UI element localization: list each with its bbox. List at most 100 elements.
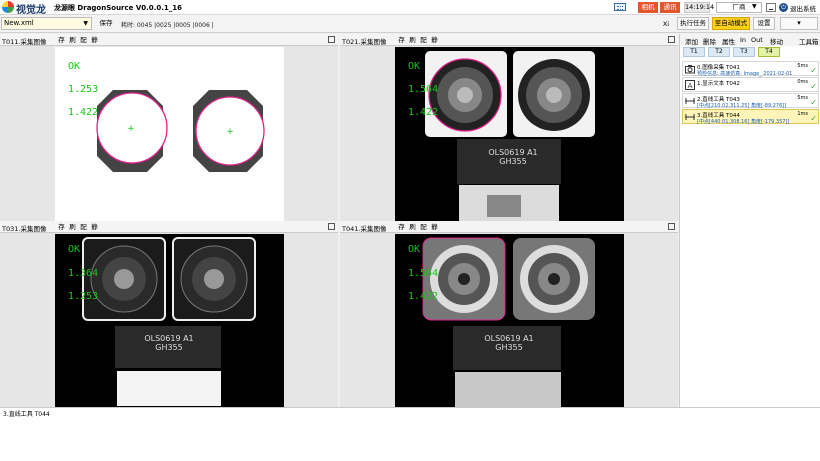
tool-time: 5ms <box>797 95 808 101</box>
tool-row[interactable]: 2.直线工具 T043 [中点[210.02,311.25] 角度[-89.27… <box>682 93 819 109</box>
tool-row[interactable]: 3.直线工具 T044 [中点[440.01,308.16] 角度[-179.3… <box>682 109 819 125</box>
image-pane-t031: T031.采集图像 存 刷 配 静 OLS0619 A1 GH355 OK 1.… <box>0 221 338 408</box>
static-button[interactable]: 静 <box>430 35 439 45</box>
tool-time: 5ms <box>797 63 808 69</box>
timing-readout: 耗时: 0045 |0025 |0005 |0006 | <box>121 22 214 29</box>
maximize-icon[interactable] <box>328 223 335 230</box>
properties-button[interactable]: 属性 <box>722 36 735 46</box>
image-pane-t041: T041.采集图像 存 刷 配 静 OLS0619 A1 GH355 OK 1.… <box>340 221 678 408</box>
status-ok: OK <box>68 61 81 72</box>
refresh-button[interactable]: 刷 <box>408 222 417 232</box>
product-code: OLS0619 A1 <box>144 334 194 343</box>
execute-task-button[interactable]: 执行任务 <box>677 17 709 30</box>
image-pane-t021: T021.采集图像 存 刷 配 静 OLS0619 A1 GH355 OK 1.… <box>340 34 678 221</box>
in-button[interactable]: In <box>740 36 746 44</box>
product-code: OLS0619 A1 <box>488 148 538 157</box>
pane-title: T021.采集图像 <box>342 38 387 46</box>
pane-title: T031.采集图像 <box>2 225 47 233</box>
tab-t4[interactable]: T4 <box>758 47 780 57</box>
communication-button[interactable]: 通讯 <box>660 2 680 13</box>
status-ok: OK <box>408 61 421 72</box>
svg-text:A: A <box>688 82 693 90</box>
measure-value-2: 1.422 <box>68 107 99 118</box>
camera-image: + + <box>96 90 265 172</box>
refresh-button[interactable]: 刷 <box>68 222 77 232</box>
save-button[interactable]: 保存 <box>96 17 116 30</box>
exit-label: 退出系统 <box>790 5 816 13</box>
chevron-down-icon: ▾ <box>797 19 801 27</box>
check-icon: ✓ <box>810 82 817 91</box>
product-sub: GH355 <box>155 343 183 352</box>
minimize-icon[interactable] <box>766 3 776 12</box>
pane-header: T031.采集图像 存 刷 配 静 <box>0 221 338 233</box>
camera-button[interactable]: 相机 <box>638 2 658 13</box>
maximize-icon[interactable] <box>668 223 675 230</box>
tool-row[interactable]: A 1.显示文本 T042 0ms ✓ <box>682 77 819 92</box>
store-button[interactable]: 存 <box>397 35 406 45</box>
product-marking: OLS0619 A1 GH355 <box>478 334 540 352</box>
static-button[interactable]: 静 <box>430 222 439 232</box>
tab-t3[interactable]: T3 <box>733 47 755 57</box>
exit-system-button[interactable]: ⏻ 退出系统 <box>779 2 819 13</box>
maximize-icon[interactable] <box>328 36 335 43</box>
refresh-button[interactable]: 刷 <box>408 35 417 45</box>
settings-button[interactable]: 设置 <box>753 17 775 30</box>
file-name: New.xml <box>4 19 34 27</box>
pane-header: T011.采集图像 存 刷 配 静 <box>0 34 338 46</box>
static-button[interactable]: 静 <box>90 35 99 45</box>
xi-button[interactable]: Xi <box>660 18 672 30</box>
file-select[interactable]: New.xml ▼ <box>1 17 92 30</box>
config-button[interactable]: 配 <box>419 222 428 232</box>
chevron-down-icon: ▼ <box>83 20 88 27</box>
keyboard-icon[interactable] <box>614 3 626 11</box>
measure-value-1: 1.564 <box>408 84 439 95</box>
tool-row[interactable]: 0.图像采集 T041 预检信息: 高速仿真: Image_ 2021-02-0… <box>682 61 819 77</box>
check-icon: ✓ <box>810 66 817 75</box>
tool-panel-menu: 添加 删除 属性 In Out 移动 工具箱 <box>680 34 820 46</box>
add-button[interactable]: 添加 <box>685 36 698 46</box>
tool-time: 1ms <box>797 111 808 117</box>
image-view[interactable]: OLS0619 A1 GH355 OK 1.364 1.253 <box>55 234 284 408</box>
app-logo-icon <box>2 1 14 13</box>
out-button[interactable]: Out <box>751 36 763 44</box>
more-dropdown-button[interactable]: ▾ <box>780 17 818 30</box>
exit-icon: ⏻ <box>779 3 788 12</box>
store-button[interactable]: 存 <box>397 222 406 232</box>
check-icon: ✓ <box>810 98 817 107</box>
config-button[interactable]: 配 <box>79 222 88 232</box>
title-bar: 视觉龙 龙源眼 DragonSource V0.0.0.1_16 相机 通讯 1… <box>0 0 820 16</box>
measure-value-1: 1.364 <box>68 268 99 279</box>
tab-t2[interactable]: T2 <box>708 47 730 57</box>
check-icon: ✓ <box>810 114 817 123</box>
camera-image <box>422 237 595 408</box>
status-ok: OK <box>408 244 421 255</box>
image-view[interactable]: OLS0619 A1 GH355 OK 1.564 1.422 <box>395 234 624 408</box>
image-view[interactable]: OLS0619 A1 GH355 OK 1.564 1.422 <box>395 47 624 221</box>
image-view[interactable]: + + OK 1.253 1.422 <box>55 47 284 221</box>
refresh-button[interactable]: 刷 <box>68 35 77 45</box>
product-marking: OLS0619 A1 GH355 <box>483 148 543 166</box>
brand-name: 视觉龙 <box>16 5 46 16</box>
pane-title: T011.采集图像 <box>2 38 47 46</box>
tab-t1[interactable]: T1 <box>683 47 705 57</box>
main-toolbar: New.xml ▼ 保存 耗时: 0045 |0025 |0005 |0006 … <box>0 15 820 33</box>
measure-value-2: 1.422 <box>408 107 439 118</box>
clock-display: 14:19:14 <box>684 2 715 13</box>
auto-mode-button[interactable]: 至自动模式 <box>712 17 750 30</box>
config-button[interactable]: 配 <box>79 35 88 45</box>
pane-header: T021.采集图像 存 刷 配 静 <box>340 34 678 46</box>
measure-value-1: 1.253 <box>68 84 99 95</box>
camera-tool-icon <box>685 65 695 74</box>
log-area[interactable]: 3.直线工具 T044 <box>0 407 820 461</box>
delete-button[interactable]: 删除 <box>703 36 716 46</box>
toolbox-button[interactable]: 工具箱 <box>799 36 819 46</box>
move-button[interactable]: 移动 <box>770 36 783 46</box>
store-button[interactable]: 存 <box>57 222 66 232</box>
store-button[interactable]: 存 <box>57 35 66 45</box>
svg-text:+: + <box>226 127 234 137</box>
chevron-down-icon[interactable]: ▼ <box>752 3 757 10</box>
tool-panel: 添加 删除 属性 In Out 移动 工具箱 T1 T2 T3 T4 0.图像采… <box>679 34 820 407</box>
maximize-icon[interactable] <box>668 36 675 43</box>
config-button[interactable]: 配 <box>419 35 428 45</box>
static-button[interactable]: 静 <box>90 222 99 232</box>
